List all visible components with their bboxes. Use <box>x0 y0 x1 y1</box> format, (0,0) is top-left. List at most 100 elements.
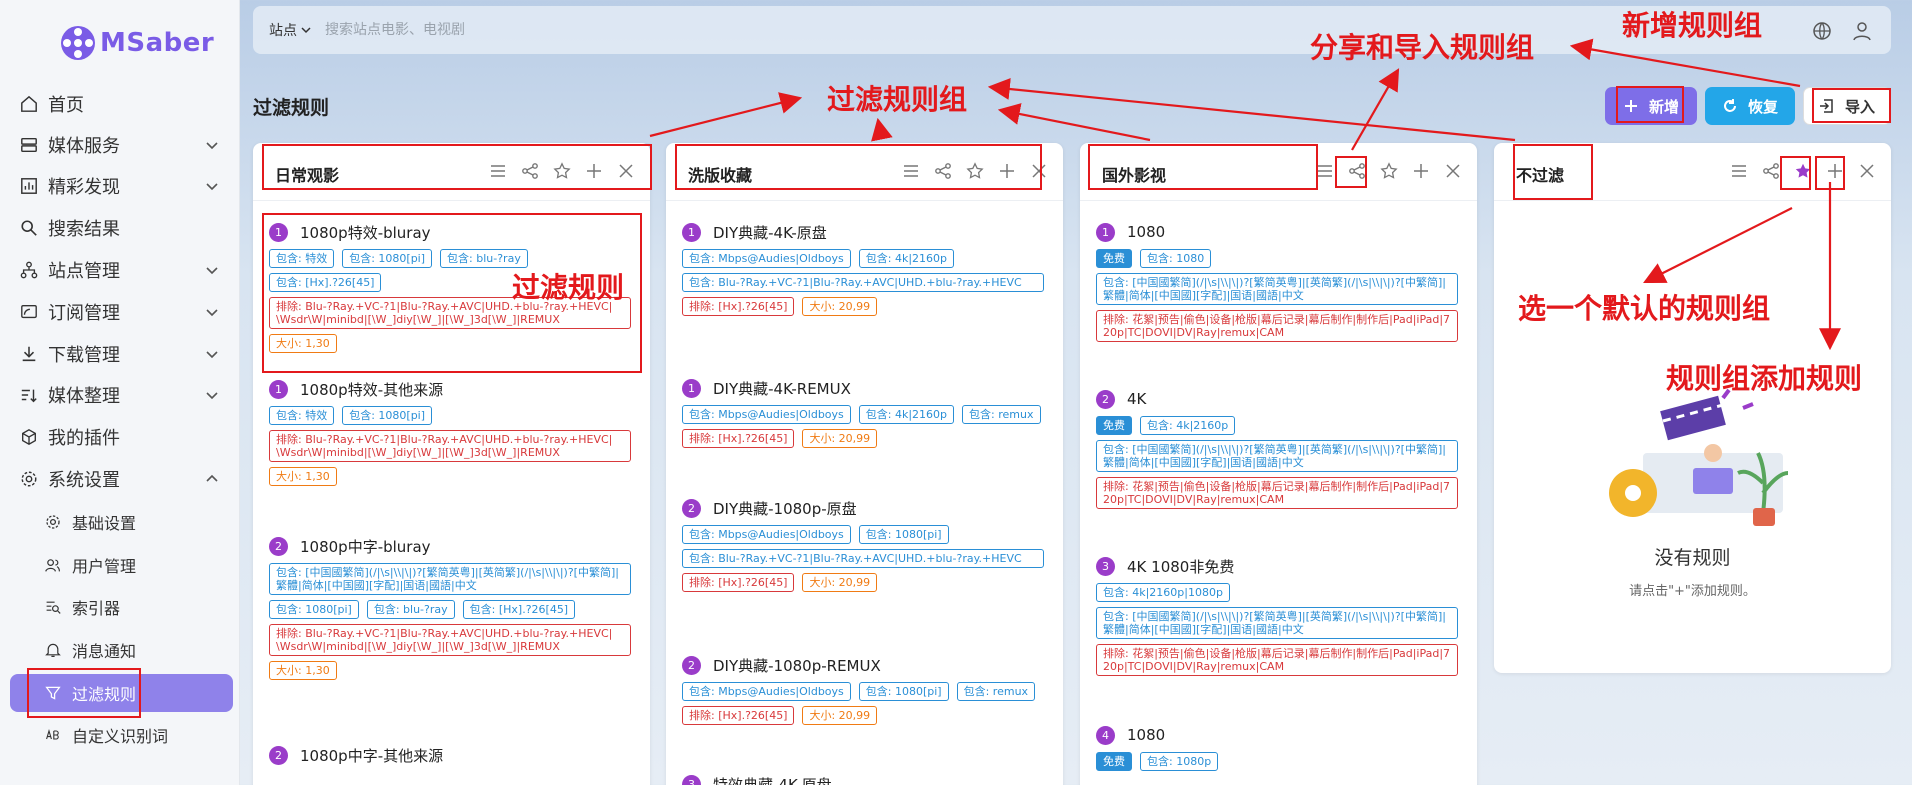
chevron-down-icon <box>206 351 218 359</box>
sidebar-item[interactable]: 媒体整理 <box>10 376 233 414</box>
text-icon <box>42 724 64 746</box>
chart-icon <box>18 175 40 197</box>
rule-tag: 包含: 特效 <box>269 406 335 425</box>
rule-tag: 包含: 1080[pi] <box>269 600 359 619</box>
rule-tag: 包含: 4k|2160p <box>858 405 955 424</box>
filter-rule[interactable]: 1 1080p特效-其他来源 包含: 特效 包含: 1080[pi] 排除: Blu-?… <box>269 378 634 486</box>
annotation-box-group-title <box>1088 144 1318 190</box>
sidebar-subitem-label: 自定义识别词 <box>72 727 169 746</box>
sidebar-item-label: 订阅管理 <box>48 303 120 324</box>
filter-rule[interactable]: 2 DIY典藏-1080p-原盘 包含: Mbps@Audies|Oldboys 包含… <box>682 497 1047 592</box>
filter-rule[interactable]: 3 特效典藏-4K-原盘 <box>682 773 1047 785</box>
close-icon[interactable] <box>1443 161 1463 181</box>
filter-rule[interactable]: 3 4K 1080非免费 包含: 4k|2160p|1080p 包含: [中国國繁简]… <box>1096 555 1461 676</box>
annotation-box-star <box>1780 156 1811 190</box>
rule-tag: 排除: [Hx].?26[45] <box>682 706 795 725</box>
annotation-box-add <box>1616 86 1684 123</box>
rule-tag: 包含: Mbps@Audies|Oldboys <box>682 525 851 544</box>
rule-tags: 免费 包含: 4k|2160p 包含: [中国國繁简](/|\s|\\|\|)?[繁… <box>1096 416 1461 509</box>
rule-header: 2 4K <box>1096 388 1461 410</box>
sidebar-item[interactable]: 媒体服务 <box>10 126 233 164</box>
rule-tag: 包含: Blu-?Ray.+VC-?1|Blu-?Ray.+AVC|UHD.+b… <box>682 273 1044 292</box>
annotation-box-group-title <box>675 144 1042 190</box>
rule-priority-badge: 2 <box>269 536 288 556</box>
rule-tag: 排除: Blu-?Ray.+VC-?1|Blu-?Ray.+AVC|UHD.+b… <box>269 430 631 462</box>
plus-icon[interactable] <box>1411 161 1431 181</box>
sidebar-item[interactable]: 订阅管理 <box>10 293 233 331</box>
sidebar-subitem[interactable]: 消息通知 <box>10 631 233 669</box>
filter-rule[interactable]: 2 1080p中字-bluray 包含: [中国國繁简](/|\s|\\|\|)?[… <box>269 535 634 680</box>
filter-rule[interactable]: 1 DIY典藏-4K-REMUX 包含: Mbps@Audies|Oldboys 包含… <box>682 377 1047 448</box>
rule-tag: 包含: 1080[pi] <box>858 525 949 544</box>
rule-priority-badge: 1 <box>269 379 288 399</box>
rule-name: 特效典藏-4K-原盘 <box>713 775 832 785</box>
user-icon[interactable] <box>1851 20 1873 42</box>
settings-icon <box>18 468 40 490</box>
rule-group-card: 不过滤 没有规则 请点击"+"添加规则。 <box>1494 143 1891 673</box>
sidebar-subitem[interactable]: 自定义识别词 <box>10 716 233 754</box>
menu-icon[interactable] <box>1729 161 1749 181</box>
sidebar-item[interactable]: 下载管理 <box>10 335 233 373</box>
sidebar-item[interactable]: 首页 <box>10 85 233 123</box>
rule-tag: 包含: remux <box>962 405 1041 424</box>
rule-tag: 大小: 20,99 <box>802 429 878 448</box>
sidebar-subitem[interactable]: 基础设置 <box>10 503 233 541</box>
filter-rule[interactable]: 1 1080 免费 包含: 1080 包含: [中国國繁简](/|\s|\\|\|)?[… <box>1096 221 1461 342</box>
rule-tags: 包含: 4k|2160p|1080p 包含: [中国國繁简](/|\s|\\|\|… <box>1096 583 1461 676</box>
page-title: 过滤规则 <box>253 97 330 119</box>
search-input[interactable] <box>325 15 825 45</box>
home-icon <box>18 93 40 115</box>
rule-name: 4K 1080非免费 <box>1127 557 1235 576</box>
sidebar-item[interactable]: 我的插件 <box>10 418 233 456</box>
sidebar-subitem[interactable]: 索引器 <box>10 588 233 626</box>
sidebar-item[interactable]: 系统设置 <box>10 460 233 498</box>
rule-header: 2 1080p中字-bluray <box>269 535 634 557</box>
menu-icon[interactable] <box>1315 161 1335 181</box>
rule-tag: 包含: Blu-?Ray.+VC-?1|Blu-?Ray.+AVC|UHD.+b… <box>682 549 1044 568</box>
rule-priority-badge: 4 <box>1096 725 1115 745</box>
sidebar-item[interactable]: 精彩发现 <box>10 167 233 205</box>
rule-tag: 包含: [中国國繁简](/|\s|\\|\|)?[繁简英粤]|[英简繁](/|\… <box>1096 607 1458 639</box>
site-select-label: 站点 <box>269 23 297 39</box>
sidebar-item[interactable]: 站点管理 <box>10 251 233 289</box>
filter-rule[interactable]: 1 DIY典藏-4K-原盘 包含: Mbps@Audies|Oldboys 包含: 4… <box>682 221 1047 316</box>
rule-tag: 大小: 1,30 <box>269 467 337 486</box>
restore-button[interactable]: 恢复 <box>1705 87 1795 125</box>
sitemap-icon <box>18 259 40 281</box>
share-icon[interactable] <box>1761 161 1781 181</box>
language-icon[interactable] <box>1811 20 1833 42</box>
rule-header: 3 特效典藏-4K-原盘 <box>682 773 1047 785</box>
rule-tag: 大小: 20,99 <box>802 706 878 725</box>
rule-tag: 包含: [中国國繁简](/|\s|\\|\|)?[繁简英粤]|[英简繁](/|\… <box>1096 440 1458 472</box>
sidebar-item-label: 搜索结果 <box>48 219 120 240</box>
rule-tags: 包含: [中国國繁简](/|\s|\\|\|)?[繁简英粤]|[英简繁](/|\… <box>269 563 634 680</box>
rule-name: 1080 <box>1127 223 1166 241</box>
sidebar-item[interactable]: 搜索结果 <box>10 209 233 247</box>
rule-tag: 包含: 4k|2160p|1080p <box>1096 583 1230 602</box>
rule-priority-badge: 3 <box>682 774 701 785</box>
annotation-default-group: 选一个默认的规则组 <box>1518 292 1771 325</box>
filter-rule[interactable]: 2 1080p中字-其他来源 <box>269 744 634 772</box>
rule-priority-badge: 2 <box>1096 389 1115 409</box>
annotation-box-share <box>1335 156 1367 188</box>
rule-name: 1080 <box>1127 726 1166 744</box>
sidebar-item-label: 媒体服务 <box>48 136 120 157</box>
rule-tag: 包含: [Hx].?26[45] <box>462 600 576 619</box>
empty-illustration <box>1608 388 1788 526</box>
rule-priority-badge: 1 <box>682 222 701 242</box>
filter-rule[interactable]: 2 4K 免费 包含: 4k|2160p 包含: [中国國繁简](/|\s|\\|\|)… <box>1096 388 1461 509</box>
site-select[interactable]: 站点 <box>269 20 311 40</box>
empty-state: 没有规则 请点击"+"添加规则。 <box>1494 383 1891 599</box>
sidebar-item-label: 系统设置 <box>48 470 120 491</box>
sidebar-subitem[interactable]: 用户管理 <box>10 546 233 584</box>
close-icon[interactable] <box>1857 161 1877 181</box>
filter-rule[interactable]: 4 1080 免费 包含: 1080p <box>1096 724 1461 771</box>
rule-tag: 包含: [中国國繁简](/|\s|\\|\|)?[繁简英粤]|[英简繁](/|\… <box>1096 273 1458 305</box>
star-icon[interactable] <box>1379 161 1399 181</box>
app-logo[interactable]: MSaber <box>58 18 214 68</box>
rule-tag: 包含: 4k|2160p <box>858 249 955 268</box>
annotation-add-group: 新增规则组 <box>1622 9 1763 42</box>
filter-rule[interactable]: 2 DIY典藏-1080p-REMUX 包含: Mbps@Audies|Oldboy… <box>682 654 1047 725</box>
chevron-down-icon <box>206 267 218 275</box>
rule-header: 1 1080p特效-其他来源 <box>269 378 634 400</box>
